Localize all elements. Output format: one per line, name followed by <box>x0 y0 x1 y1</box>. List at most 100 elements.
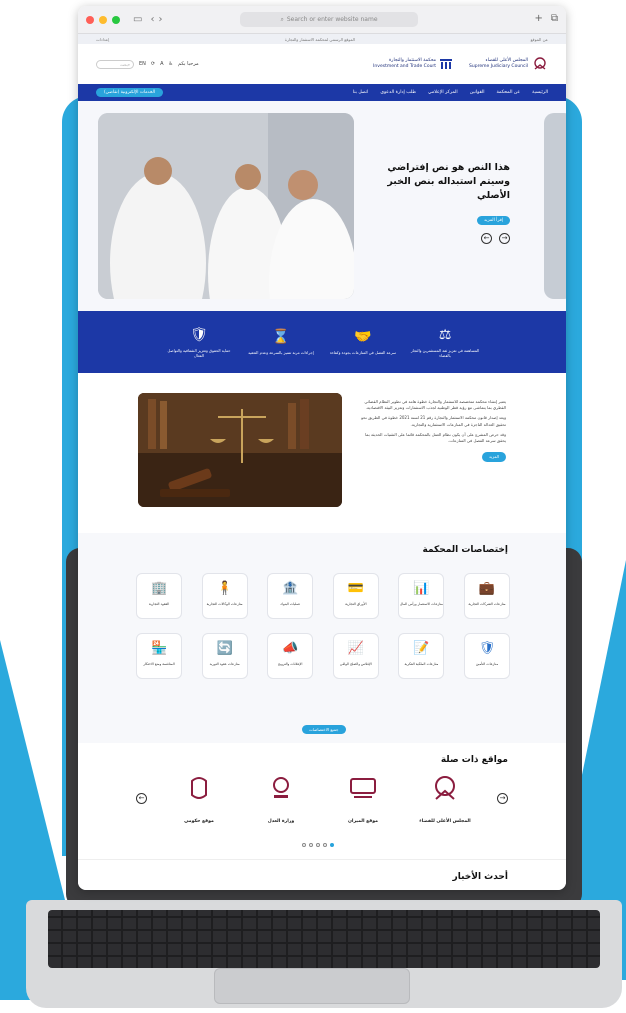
about-paragraph: ويعد إصدار قانون محكمة الاستثمار والتجار… <box>361 415 506 427</box>
about-text: يعتبر إنشاء محكمة متخصصة للاستثمار والتج… <box>356 399 506 463</box>
arrow-right-icon[interactable]: → <box>499 233 510 245</box>
forward-arrow-icon[interactable]: › <box>158 14 162 25</box>
accessibility-icon[interactable]: ♿ <box>169 61 173 67</box>
nav-item-media[interactable]: المركز الإعلامي <box>428 90 458 95</box>
main-nav: الرئيسية عن المحكمة القوانين المركز الإع… <box>78 84 566 101</box>
arrow-left-icon[interactable]: ← <box>481 233 492 245</box>
shield-check-icon: 🛡 <box>478 641 496 656</box>
specialty-card[interactable]: 🛡 منازعات التأمين <box>464 633 510 679</box>
pagination-dot[interactable] <box>302 843 306 847</box>
about-section: يعتبر إنشاء محكمة متخصصة للاستثمار والتج… <box>78 373 566 533</box>
feature-item: 🛡 حماية الحقوق وتعزيز الشفافية والتواصل … <box>164 326 234 359</box>
feature-item: ⚖ المساهمة في تعزيز ثقة المستثمرين والتج… <box>410 326 480 359</box>
pagination-dot[interactable] <box>309 843 313 847</box>
court-pillars-icon <box>440 59 453 69</box>
specialty-card[interactable]: 📝 منازعات الملكية الفكرية <box>398 633 445 679</box>
person-icon: 🧍 <box>216 581 233 596</box>
related-site-name: موقع الميزان <box>347 819 379 824</box>
specialty-card[interactable]: 💼 منازعات الشركات التجارية <box>464 573 510 619</box>
chart-icon: 📊 <box>413 581 430 596</box>
new-tab-icon[interactable]: + <box>534 13 542 24</box>
refresh-icon[interactable]: ⟳ <box>151 61 155 67</box>
related-site-name: المجلس الأعلى للقضاء <box>419 819 471 824</box>
about-paragraph: وقد حرص المشرع على أن يكون نظام العمل با… <box>365 431 506 443</box>
nav-item-case-request[interactable]: طلب إدارة الدعوى <box>380 90 416 95</box>
building-icon: 🏢 <box>150 581 168 596</box>
exchange-icon: 🔄 <box>216 641 233 656</box>
bank-icon: 🏦 <box>282 581 299 596</box>
related-site-card[interactable]: المجلس الأعلى للقضاء <box>415 773 475 824</box>
specialty-card[interactable]: 💳 الأوراق التجارية <box>332 573 379 619</box>
utility-settings-link[interactable]: إعدادات <box>96 37 109 42</box>
address-bar[interactable]: ⌕ Search or enter website name <box>240 12 418 27</box>
specialty-card[interactable]: 🏢 العقود التجارية <box>136 573 183 619</box>
arrow-left-icon[interactable]: ← <box>136 793 147 804</box>
specialty-label: المنافسة ومنع الاحتكار <box>143 662 175 666</box>
browser-window: ▭ ‹ › ⌕ Search or enter website name + ⧉… <box>78 6 566 890</box>
header-search-input[interactable]: ⌕ بحث <box>96 59 134 69</box>
partner-english: Investment and Trade Court <box>373 64 437 69</box>
related-site-card[interactable]: وزارة العدل <box>251 773 311 824</box>
hukoomi-logo-icon <box>191 777 207 799</box>
minimize-window-button[interactable] <box>99 15 107 24</box>
font-size-icon[interactable]: A <box>160 61 163 67</box>
specialty-card[interactable]: 📣 الإعلانات والترويج <box>267 633 314 679</box>
about-more-button[interactable]: المزيد <box>481 452 506 463</box>
specialty-label: منازعات الوكالات التجارية <box>206 602 243 606</box>
specialty-label: منازعات الملكية الفكرية <box>404 662 439 666</box>
specialty-card[interactable]: 🧍 منازعات الوكالات التجارية <box>201 573 248 619</box>
news-section: أحدث الأخبار <box>78 859 566 890</box>
store-icon: 🏪 <box>150 641 168 656</box>
specialty-card[interactable]: 🏦 عمليات البنوك <box>267 573 314 619</box>
specialty-label: منازعات الشركات التجارية <box>468 602 506 606</box>
feature-text: المساهمة في تعزيز ثقة المستثمرين والتجار… <box>410 347 480 358</box>
site-logo[interactable]: المجلس الأعلى للقضاء Supreme Judiciary C… <box>373 56 548 72</box>
document-icon: 📝 <box>413 641 430 656</box>
hero-slider: هذا النص هو نص إفتراضي وسيتم استبداله بن… <box>78 101 566 311</box>
pagination-dot-active[interactable] <box>330 843 334 847</box>
moj-logo-icon <box>273 777 289 798</box>
language-toggle[interactable]: EN <box>139 61 146 67</box>
sidebar-toggle-icon[interactable]: ▭ <box>133 14 142 25</box>
nav-item-contact[interactable]: اتصل بنا <box>353 90 369 95</box>
hero-read-more-button[interactable]: إقرأ المزيد <box>477 216 510 226</box>
specialties-grid: 💼 منازعات الشركات التجارية 📊 منازعات الاست… <box>136 573 510 679</box>
all-specialties-button[interactable]: جميع الاختصاصات <box>302 725 346 734</box>
close-window-button[interactable] <box>86 15 94 24</box>
tabs-overview-icon[interactable]: ⧉ <box>551 13 558 24</box>
news-title: أحدث الأخبار <box>452 872 508 882</box>
maximize-window-button[interactable] <box>112 15 120 24</box>
address-bar-placeholder: Search or enter website name <box>286 16 378 23</box>
megaphone-icon: 📣 <box>282 641 299 656</box>
utility-about-link[interactable]: عن الموقع <box>531 37 548 42</box>
pagination-dot[interactable] <box>316 843 320 847</box>
specialty-card[interactable]: 📈 الإفلاس والصلح الواقي <box>332 633 379 679</box>
nav-item-laws[interactable]: القوانين <box>470 90 485 95</box>
back-arrow-icon[interactable]: ‹ <box>150 14 154 25</box>
specialty-card[interactable]: 🔄 منازعات عقود التوريد <box>201 633 248 679</box>
features-band: ⚖ المساهمة في تعزيز ثقة المستثمرين والتج… <box>78 311 566 373</box>
specialties-title: إختصاصات المحكمة <box>422 545 508 555</box>
specialties-section: إختصاصات المحكمة 💼 منازعات الشركات التجار… <box>78 533 566 743</box>
pagination-dot[interactable] <box>323 843 327 847</box>
card-icon: 💳 <box>347 581 364 596</box>
hourglass-icon: ⌛ <box>272 329 290 346</box>
specialty-label: الإعلانات والترويج <box>277 662 303 666</box>
nav-item-about[interactable]: عن المحكمة <box>497 90 521 95</box>
almeezan-logo-icon <box>350 778 376 798</box>
eservices-button[interactable]: الخدمات الإلكترونية (تقاضي) <box>96 88 164 97</box>
specialty-label: العقود التجارية <box>148 602 170 606</box>
specialty-card[interactable]: 🏪 المنافسة ومنع الاحتكار <box>136 633 183 679</box>
specialty-label: منازعات الاستثمار ورأس المال <box>399 602 443 606</box>
arrow-right-icon[interactable]: → <box>497 793 508 804</box>
sjc-logo-icon <box>435 776 455 800</box>
related-site-card[interactable]: موقع حكومي <box>169 773 229 824</box>
related-site-card[interactable]: موقع الميزان <box>333 773 393 824</box>
hero-photo <box>98 113 354 299</box>
specialty-card[interactable]: 📊 منازعات الاستثمار ورأس المال <box>398 573 445 619</box>
hero-next-slide-preview[interactable] <box>544 113 566 299</box>
nav-item-home[interactable]: الرئيسية <box>532 90 548 95</box>
partner-logo[interactable]: محكمة الاستثمار والتجارة Investment and … <box>373 57 453 71</box>
laptop-trackpad <box>214 968 410 1004</box>
related-sites-carousel: → المجلس الأعلى للقضاء موقع الميزان وزار… <box>136 773 508 824</box>
